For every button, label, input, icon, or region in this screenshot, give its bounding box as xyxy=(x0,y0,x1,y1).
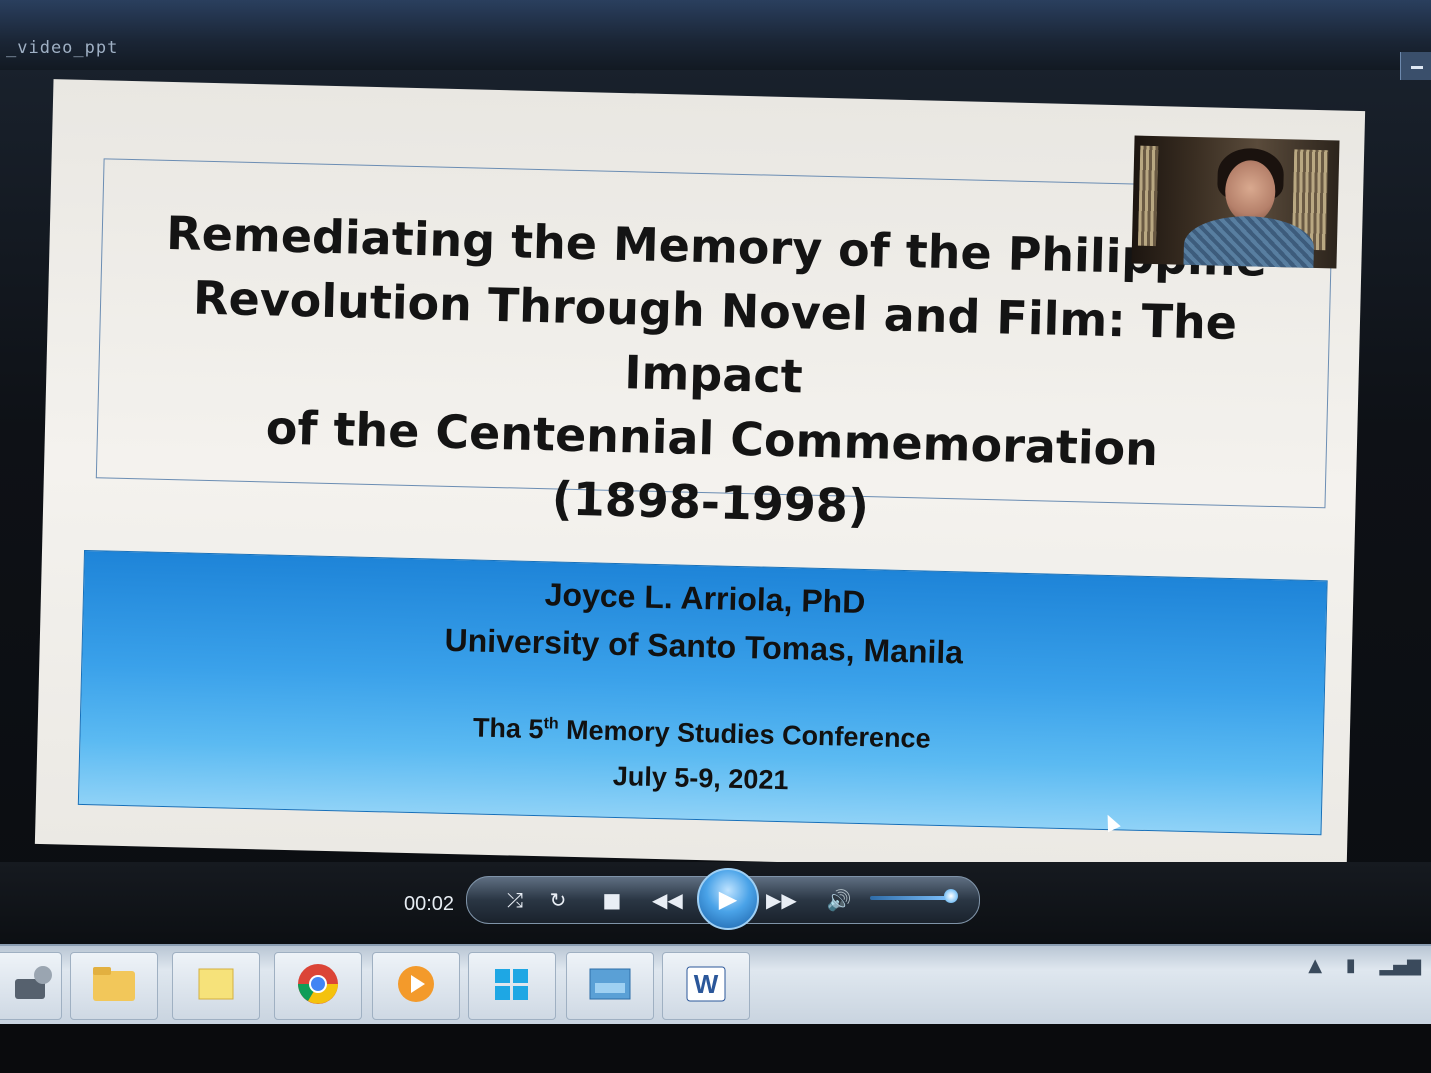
conference-ordinal: th xyxy=(543,715,559,733)
word-icon: W xyxy=(686,966,726,1002)
folder-icon xyxy=(93,967,135,1001)
photo-viewer-icon xyxy=(589,968,631,1000)
minimize-button[interactable] xyxy=(1400,52,1431,80)
play-button[interactable]: ▶ xyxy=(697,868,759,930)
window-title-bar: _video_ppt xyxy=(0,0,1431,80)
screen: _video_ppt Remediating the Memory of the… xyxy=(0,0,1431,1073)
taskbar-chrome-button[interactable] xyxy=(274,952,362,1020)
volume-slider-handle[interactable] xyxy=(944,889,958,903)
svg-text:W: W xyxy=(694,969,719,999)
taskbar-file-explorer-button[interactable] xyxy=(70,952,158,1020)
sticky-notes-icon xyxy=(198,968,234,1000)
taskbar-windows-store-button[interactable] xyxy=(468,952,556,1020)
system-tray: ▲ ▮ ▂▄▆ xyxy=(1308,955,1421,976)
shuffle-icon[interactable]: ⤮ xyxy=(500,888,530,912)
signal-icon[interactable]: ▂▄▆ xyxy=(1379,955,1421,976)
windows-icon xyxy=(495,969,528,1000)
volume-slider[interactable] xyxy=(870,896,952,900)
play-icon: ▶ xyxy=(718,885,738,913)
stop-icon[interactable]: ■ xyxy=(597,888,627,912)
previous-icon[interactable]: ◀◀ xyxy=(652,888,683,912)
conference-prefix: Tha 5 xyxy=(472,712,544,745)
chrome-icon xyxy=(298,964,338,1004)
elapsed-time: 00:02 xyxy=(404,893,455,915)
next-icon[interactable]: ▶▶ xyxy=(766,888,797,912)
repeat-icon[interactable]: ↻ xyxy=(543,888,573,912)
monitor-bezel xyxy=(0,1024,1431,1073)
tray-expand-icon[interactable]: ▲ xyxy=(1308,955,1322,976)
taskbar-photo-viewer-button[interactable] xyxy=(566,952,654,1020)
taskbar-settings-button[interactable] xyxy=(0,952,62,1020)
conference-suffix: Memory Studies Conference xyxy=(558,714,931,754)
webcam-thumbnail[interactable] xyxy=(1131,135,1340,269)
bookshelf xyxy=(1137,145,1159,247)
taskbar-word-button[interactable]: W xyxy=(662,952,750,1020)
volume-icon[interactable]: 🔊 xyxy=(824,888,854,912)
taskbar-sticky-notes-button[interactable] xyxy=(172,952,260,1020)
speaker-face xyxy=(1224,159,1277,223)
slide-info-box: Joyce L. Arriola, PhD University of Sant… xyxy=(77,549,1328,836)
battery-icon[interactable]: ▮ xyxy=(1346,955,1356,976)
window-title: _video_ppt xyxy=(6,38,119,58)
media-player-icon xyxy=(398,966,434,1002)
settings-icon xyxy=(15,966,52,999)
taskbar-media-player-button[interactable] xyxy=(372,952,460,1020)
